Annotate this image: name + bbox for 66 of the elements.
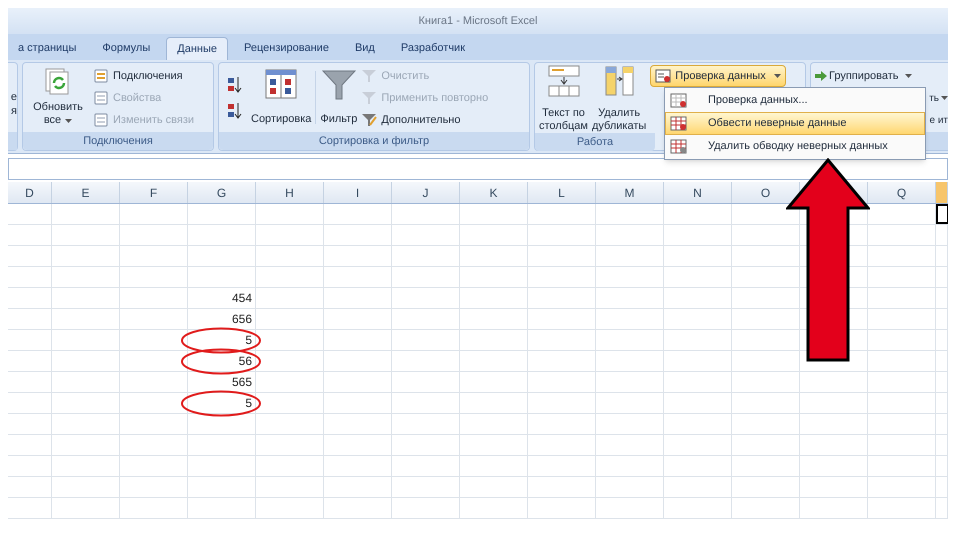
validation-icon: [655, 69, 672, 83]
caret-icon: [904, 74, 912, 78]
data-validation-button[interactable]: Проверка данных: [650, 65, 786, 87]
table-cell-text: 454: [230, 290, 253, 307]
group-label-bar: [8, 132, 17, 150]
caret-icon: [65, 118, 72, 122]
grid-icon: [670, 116, 688, 132]
column-header[interactable]: D: [8, 182, 52, 203]
refresh-all-button[interactable]: Обновить все: [27, 63, 89, 132]
table-columns-icon: [603, 65, 636, 97]
ribbon-item[interactable]: Подключения: [93, 65, 194, 87]
funnel-icon: [361, 90, 378, 106]
table-cell-text: 656: [230, 311, 253, 328]
button-label: е: [10, 90, 17, 104]
column-header[interactable]: K: [460, 182, 528, 203]
column-header[interactable]: N: [664, 182, 732, 203]
window-title: Книга1 - Microsoft Excel: [418, 14, 538, 29]
table-cell-text: 5: [244, 395, 253, 412]
column-header[interactable]: I: [324, 182, 392, 203]
ribbon-tab[interactable]: Данные: [166, 37, 228, 60]
column-header[interactable]: G: [188, 182, 256, 203]
split-columns-icon: [548, 65, 580, 97]
caret-icon: [941, 96, 948, 100]
group-label: Подключения: [23, 132, 213, 150]
ribbon-item[interactable]: Дополнительно: [361, 109, 488, 131]
column-header[interactable]: J: [392, 182, 460, 203]
table-cell-text: 565: [230, 374, 253, 391]
table-cell-text: 56: [238, 353, 253, 370]
table-cell-text: 5: [244, 332, 253, 349]
sort-ascending-icon[interactable]: [227, 76, 243, 94]
sort-table-icon: [265, 69, 298, 99]
button-label: я: [11, 104, 17, 118]
column-header[interactable]: M: [596, 182, 664, 203]
menu-item[interactable]: Проверка данных...: [665, 89, 925, 112]
ribbon-tab[interactable]: а страницы: [8, 37, 86, 60]
ribbon-item[interactable]: е ит: [929, 109, 948, 131]
ribbon-item[interactable]: ть: [929, 87, 948, 109]
column-header[interactable]: F: [120, 182, 188, 203]
ribbon-tab[interactable]: Рецензирование: [234, 37, 339, 60]
document-icon: [93, 90, 109, 106]
funnel-icon: [361, 68, 378, 84]
menu-item[interactable]: Обвести неверные данные: [665, 112, 925, 135]
ribbon-tab[interactable]: Формулы: [92, 37, 160, 60]
ribbon-item[interactable]: Группировать: [815, 65, 912, 87]
ribbon-tab[interactable]: Разработчик: [390, 37, 476, 60]
menu-item[interactable]: Удалить обводку неверных данных: [665, 135, 925, 158]
remove-duplicates-button[interactable]: Удалить дубликаты: [592, 63, 646, 133]
filter-button[interactable]: Фильтр: [320, 63, 358, 132]
document-icon: [93, 68, 109, 84]
cell-cursor: [936, 204, 948, 224]
funnel-icon: [322, 69, 356, 101]
validation-icon: [670, 92, 688, 108]
funnel-icon: [361, 112, 378, 128]
group-label: Работа: [535, 133, 655, 151]
group-label: Сортировка и фильтр: [219, 132, 529, 150]
arrow-right-icon: [815, 71, 827, 81]
text-to-columns-button[interactable]: Текст по столбцам: [539, 63, 588, 133]
column-header[interactable]: L: [528, 182, 596, 203]
column-header[interactable]: E: [52, 182, 120, 203]
formula-bar[interactable]: [8, 158, 948, 180]
grid-icon: [670, 138, 688, 154]
sort-button[interactable]: Сортировка: [251, 63, 312, 132]
column-header[interactable]: H: [256, 182, 324, 203]
sort-descending-icon[interactable]: [227, 102, 243, 120]
ribbon-tab[interactable]: Вид: [344, 37, 385, 60]
caret-icon: [774, 74, 781, 78]
